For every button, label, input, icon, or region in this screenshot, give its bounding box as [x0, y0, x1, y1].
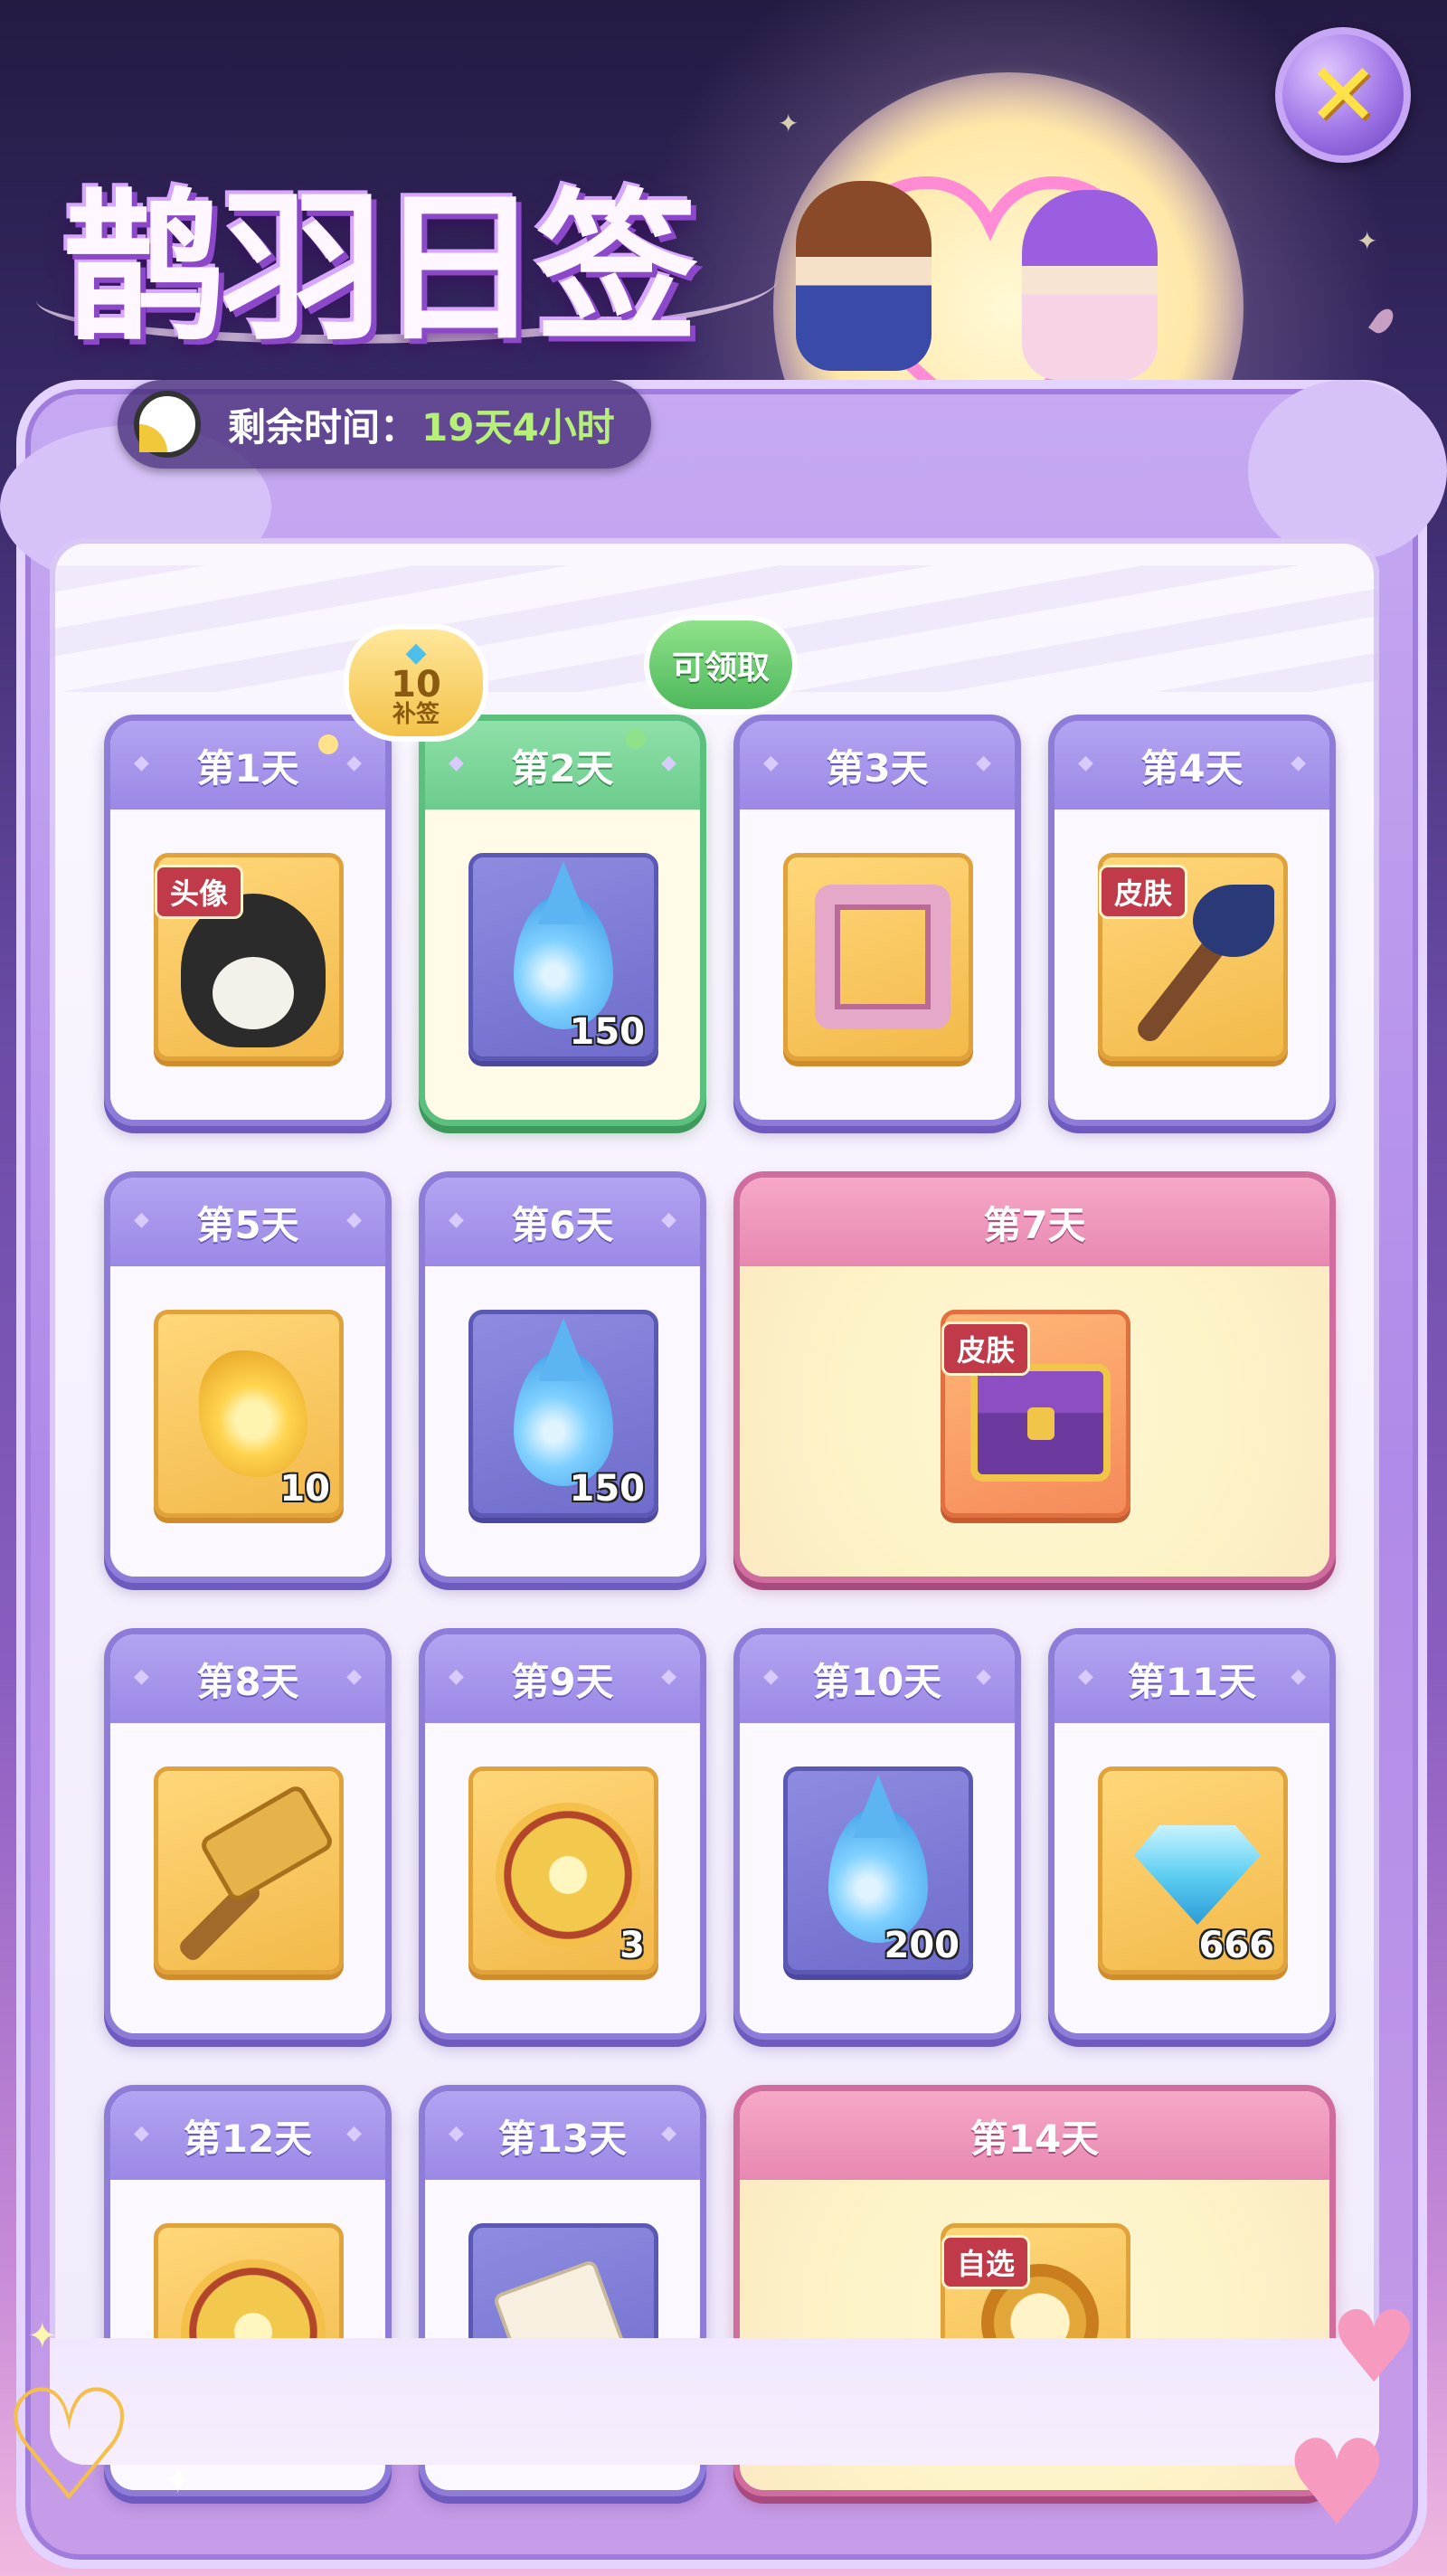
- day-label: 第9天: [511, 1659, 614, 1704]
- sparkle-icon: ✦: [163, 2460, 194, 2502]
- sparkle-icon: ✦: [1357, 226, 1378, 256]
- reward-tile: 666: [1098, 1766, 1288, 1975]
- reward-tile: 150: [468, 1310, 658, 1518]
- close-button[interactable]: ✕: [1275, 27, 1411, 163]
- day-card-header: 第11天: [1055, 1634, 1329, 1723]
- day-card-header: 第3天: [740, 721, 1015, 810]
- day-card-header: 第10天: [740, 1634, 1015, 1723]
- diamond-icon: [1134, 1825, 1261, 1925]
- day-label: 第7天: [983, 1202, 1086, 1247]
- day-label: 第13天: [497, 2116, 628, 2161]
- day-card-header: 第1天: [110, 721, 385, 810]
- avatar-frame-icon: [815, 885, 950, 1029]
- reward-tile: [154, 1766, 344, 1975]
- day-card-1[interactable]: 第1天 头像: [104, 715, 392, 1126]
- reward-quantity: 150: [569, 1011, 646, 1053]
- day-card-header: 第13天: [425, 2091, 700, 2180]
- timer-label: 剩余时间：: [228, 404, 419, 450]
- day-label: 第12天: [183, 2116, 313, 2161]
- reward-tile: 皮肤: [1098, 853, 1288, 1061]
- day-card-6[interactable]: 第6天 150: [419, 1171, 706, 1583]
- day-label: 第14天: [969, 2116, 1100, 2161]
- day-card-header: 第7天: [740, 1178, 1329, 1266]
- day-card-header: 第9天: [425, 1634, 700, 1723]
- day-card-header: 第12天: [110, 2091, 385, 2180]
- girl-character-illustration: [1022, 190, 1158, 380]
- day-label: 第8天: [196, 1659, 299, 1704]
- day-card-header: 第4天: [1055, 721, 1329, 810]
- golden-scroll-icon: [199, 1350, 307, 1477]
- flower-medal-icon: [496, 1803, 640, 1947]
- petal-decoration: [1368, 305, 1397, 337]
- bird-icon: [1193, 885, 1274, 957]
- day-card-10[interactable]: 第10天 200: [733, 1628, 1021, 2040]
- water-drop-icon: [828, 1807, 928, 1943]
- day-label: 第11天: [1127, 1659, 1257, 1704]
- page-title: 鹊羽日签: [63, 173, 698, 364]
- reward-tag: 皮肤: [1099, 865, 1188, 919]
- panel-bottom-fade: [50, 2338, 1379, 2465]
- sparkle-icon: ✦: [27, 2316, 58, 2357]
- day-card-5[interactable]: 第5天 10: [104, 1171, 392, 1583]
- boy-character-illustration: [796, 181, 932, 371]
- day-card-3[interactable]: 第3天: [733, 715, 1021, 1126]
- reward-quantity: 3: [619, 1925, 645, 1966]
- diamond-icon: ◆: [405, 637, 427, 668]
- golden-heart-icon: ♡: [0, 2357, 138, 2536]
- day-label: 第2天: [511, 745, 614, 791]
- reward-quantity: 150: [569, 1468, 646, 1510]
- day-card-11[interactable]: 第11天 666: [1048, 1628, 1336, 2040]
- cloud-decoration: [1248, 380, 1447, 561]
- day-label: 第1天: [196, 745, 299, 791]
- reward-tag: 皮肤: [941, 1321, 1031, 1376]
- remaining-time-badge: 剩余时间： 19天4小时: [118, 380, 651, 469]
- golden-hammer-icon: [197, 1782, 336, 1905]
- day-card-4[interactable]: 第4天 皮肤: [1048, 715, 1336, 1126]
- reward-tile: 10: [154, 1310, 344, 1518]
- makeup-signin-bubble[interactable]: ◆ 10 补签: [344, 624, 488, 742]
- treasure-chest-icon: [970, 1364, 1111, 1482]
- bubble-tail: [626, 729, 646, 749]
- reward-tile: 200: [783, 1766, 973, 1975]
- day-card-header: 第6天: [425, 1178, 700, 1266]
- reward-tile: 头像: [154, 853, 344, 1061]
- reward-tile: [783, 853, 973, 1061]
- water-drop-icon: [514, 1350, 613, 1486]
- claimable-bubble[interactable]: 可领取: [644, 615, 798, 715]
- day-label: 第10天: [812, 1659, 942, 1704]
- day-card-header: 第8天: [110, 1634, 385, 1723]
- day-card-2[interactable]: 第2天 150: [419, 715, 706, 1126]
- day-label: 第3天: [826, 745, 929, 791]
- reward-tile: 3: [468, 1766, 658, 1975]
- pink-heart-icon: ♥: [1329, 2289, 1419, 2405]
- timer-value: 19天4小时: [421, 404, 615, 450]
- day-card-header: 第14天: [740, 2091, 1329, 2180]
- reward-tag: 头像: [155, 865, 244, 919]
- water-drop-icon: [514, 894, 613, 1029]
- reward-tile: 皮肤: [941, 1310, 1130, 1518]
- reward-quantity: 666: [1198, 1925, 1275, 1966]
- day-card-9[interactable]: 第9天 3: [419, 1628, 706, 2040]
- day-label: 第4天: [1140, 745, 1244, 791]
- day-card-7[interactable]: 第7天 皮肤: [733, 1171, 1336, 1583]
- day-card-header: 第5天: [110, 1178, 385, 1266]
- day-label: 第6天: [511, 1202, 614, 1247]
- day-card-8[interactable]: 第8天: [104, 1628, 392, 2040]
- clock-icon: [134, 391, 201, 458]
- bubble-tail: [318, 734, 338, 754]
- makeup-cost: 10: [391, 664, 441, 706]
- pink-heart-icon: ♥: [1284, 2414, 1390, 2552]
- close-icon: ✕: [1306, 44, 1380, 146]
- makeup-label: 补签: [392, 701, 440, 728]
- reward-tile: 150: [468, 853, 658, 1061]
- sparkle-icon: ✦: [778, 109, 799, 138]
- day-label: 第5天: [196, 1202, 299, 1247]
- reward-quantity: 10: [279, 1468, 330, 1510]
- reward-tag: 自选: [941, 2235, 1031, 2289]
- reward-quantity: 200: [884, 1925, 960, 1966]
- day-card-header: 第2天: [425, 721, 700, 810]
